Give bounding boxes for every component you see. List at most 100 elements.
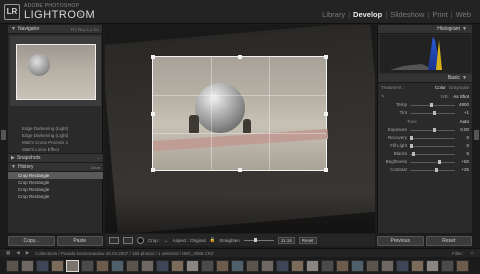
crop-overlay-icon[interactable]	[137, 236, 144, 244]
crop-handle[interactable]	[238, 168, 242, 172]
grid-view-icon[interactable]: ▦	[6, 250, 10, 256]
histogram[interactable]	[380, 35, 471, 73]
filmstrip-thumbnail[interactable]	[141, 259, 154, 272]
history-item[interactable]: Crop Rectangle	[8, 172, 103, 179]
brightness-slider[interactable]	[410, 159, 455, 164]
filmstrip-thumbnail[interactable]	[411, 259, 424, 272]
filmstrip-thumbnail[interactable]	[246, 259, 259, 272]
filmstrip-thumbnail[interactable]	[156, 259, 169, 272]
module-develop[interactable]: Develop	[350, 10, 385, 19]
blacks-slider[interactable]	[410, 151, 455, 156]
temp-slider[interactable]	[410, 102, 455, 107]
zoom-fill[interactable]: FILL	[78, 27, 86, 32]
history-header[interactable]: ▼ History Clear	[8, 163, 103, 172]
module-library[interactable]: Library	[319, 10, 348, 19]
crop-rectangle[interactable]	[151, 55, 329, 172]
slider-value[interactable]: 0	[455, 134, 469, 142]
filmstrip-thumbnail[interactable]	[396, 259, 409, 272]
forward-arrow-icon[interactable]: ▶	[26, 250, 29, 256]
filmstrip-thumbnail[interactable]	[351, 259, 364, 272]
right-panel-toggle[interactable]	[474, 130, 479, 140]
filmstrip-thumbnail[interactable]	[126, 259, 139, 272]
histogram-header[interactable]: Histogram ▼	[378, 25, 472, 34]
crop-handle[interactable]	[151, 112, 155, 116]
filmstrip-thumbnail[interactable]	[21, 259, 34, 272]
filmstrip-thumbnail[interactable]	[201, 259, 214, 272]
filmstrip-thumbnail[interactable]	[96, 259, 109, 272]
filmstrip-thumbnail[interactable]	[171, 259, 184, 272]
temp-value[interactable]: 4800	[455, 101, 469, 109]
navigator-header[interactable]: ▼ Navigator FIT FILL 1:1 3:1	[8, 25, 102, 34]
recovery-slider[interactable]	[410, 135, 455, 140]
filmstrip-thumbnail[interactable]	[6, 259, 19, 272]
aspect-label[interactable]: Aspect : Original	[173, 238, 206, 243]
previous-button[interactable]: Previous	[377, 236, 424, 246]
loupe-view-icon[interactable]	[109, 236, 119, 244]
filmstrip-thumbnail[interactable]	[231, 259, 244, 272]
module-print[interactable]: Print	[429, 10, 450, 19]
filmstrip-thumbnail[interactable]	[306, 259, 319, 272]
filmstrip-thumbnail[interactable]	[456, 259, 469, 272]
filmstrip-thumbnail[interactable]	[276, 259, 289, 272]
wb-select[interactable]: As Shot	[453, 94, 469, 99]
add-snapshot-icon[interactable]: +	[98, 156, 100, 161]
module-web[interactable]: Web	[453, 10, 474, 19]
filmstrip-thumbnail[interactable]	[216, 259, 229, 272]
filmstrip-thumbnail[interactable]	[366, 259, 379, 272]
snapshots-header[interactable]: ▶ Snapshots +	[8, 154, 103, 163]
crop-handle[interactable]	[324, 168, 328, 172]
slider-value[interactable]: 5	[455, 150, 469, 158]
before-after-icon[interactable]	[123, 236, 133, 244]
preset-item[interactable]: Edge Darkening (Light)	[8, 125, 103, 132]
history-clear-button[interactable]: Clear	[90, 165, 100, 170]
history-item[interactable]: Crop Rectangle	[8, 179, 103, 186]
contrast-slider[interactable]	[410, 167, 455, 172]
copy-button[interactable]: Copy...	[8, 236, 55, 246]
crop-angle-icon[interactable]: ∟	[164, 238, 168, 243]
zoom-3-1[interactable]: 3:1	[93, 27, 99, 32]
crop-handle[interactable]	[238, 55, 242, 59]
reset-button[interactable]: Reset	[425, 236, 472, 246]
history-item[interactable]: Crop Rectangle	[8, 186, 103, 193]
tint-slider[interactable]	[410, 110, 455, 115]
treatment-color[interactable]: Color	[435, 85, 446, 90]
crop-reset-button[interactable]: Reset	[298, 236, 317, 244]
filmstrip-thumbnail[interactable]	[336, 259, 349, 272]
filmstrip-thumbnail[interactable]	[381, 259, 394, 272]
exposure-slider[interactable]	[410, 127, 455, 132]
left-panel-toggle[interactable]	[1, 130, 6, 140]
crop-handle[interactable]	[324, 112, 328, 116]
crop-handle[interactable]	[151, 168, 155, 172]
slider-value[interactable]: 0	[455, 142, 469, 150]
filmstrip-thumbnail[interactable]	[111, 259, 124, 272]
navigator-preview[interactable]	[10, 36, 101, 106]
filmstrip-thumbnail[interactable]	[261, 259, 274, 272]
source-path[interactable]: Collections / Parada kosmonautow 26.04.2…	[35, 251, 213, 256]
slider-value[interactable]: 0.00	[455, 126, 469, 134]
navigator-zoom-options[interactable]: FIT FILL 1:1 3:1	[71, 27, 99, 32]
eyedropper-icon[interactable]: ✎	[381, 94, 385, 100]
crop-handle[interactable]	[151, 55, 155, 59]
zoom-1-1[interactable]: 1:1	[87, 27, 93, 32]
crop-handle[interactable]	[324, 55, 328, 59]
back-arrow-icon[interactable]: ◀	[16, 250, 19, 256]
basic-header[interactable]: Basic ▼	[378, 74, 472, 83]
filmstrip-thumbnail[interactable]	[321, 259, 334, 272]
slider-value[interactable]: +50	[455, 158, 469, 166]
filmstrip-thumbnail[interactable]	[186, 259, 199, 272]
filmstrip-thumbnail[interactable]	[36, 259, 49, 272]
treatment-grayscale[interactable]: Grayscale	[449, 85, 469, 90]
preset-item[interactable]: Matt's Cross Process 1	[8, 139, 103, 146]
slider-value[interactable]: +25	[455, 166, 469, 174]
filmstrip-thumbnail[interactable]	[441, 259, 454, 272]
preset-item[interactable]: Edge Darkening (Light)	[8, 132, 103, 139]
filmstrip-thumbnail[interactable]	[81, 259, 94, 272]
paste-button[interactable]: Paste	[56, 236, 103, 246]
preset-item[interactable]: Matt's Lomo Effect	[8, 146, 103, 153]
lock-icon[interactable]: 🔒	[210, 237, 216, 243]
tone-auto-button[interactable]: Auto	[460, 119, 469, 124]
filmstrip-thumbnail[interactable]	[291, 259, 304, 272]
filter-toggle-icon[interactable]: ◇	[471, 250, 474, 256]
angle-slider[interactable]	[243, 237, 274, 242]
zoom-fit[interactable]: FIT	[71, 27, 77, 32]
